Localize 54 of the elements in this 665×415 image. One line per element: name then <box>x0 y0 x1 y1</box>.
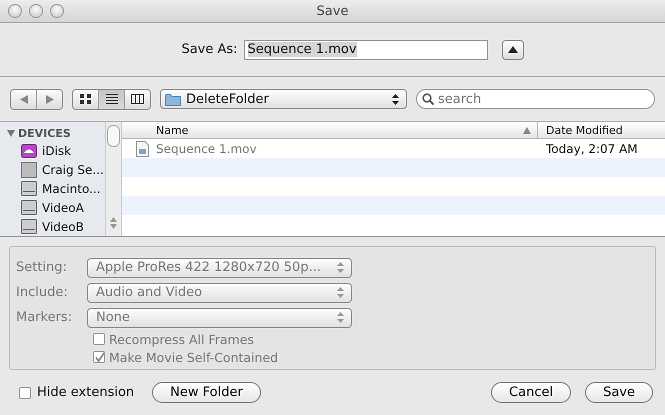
cancel-button[interactable]: Cancel <box>491 382 572 403</box>
option-label: Include: <box>16 285 69 300</box>
new-folder-button[interactable]: New Folder <box>152 382 261 403</box>
scroll-arrows-icon[interactable] <box>110 217 117 229</box>
checkbox-label: Recompress All Frames <box>109 332 254 346</box>
list-view-button[interactable] <box>99 90 125 108</box>
grid-icon <box>80 94 91 104</box>
forward-icon <box>46 94 54 104</box>
filename-field[interactable]: Sequence 1.mov <box>244 40 488 60</box>
sidebar-item[interactable]: iDisk <box>42 144 72 158</box>
scrollbar[interactable] <box>105 122 121 236</box>
sidebar-item[interactable]: VideoA <box>42 200 84 214</box>
date-modified: Today, 2:07 AM <box>546 142 638 156</box>
file-name[interactable]: Sequence 1.mov <box>156 142 257 156</box>
up-down-arrows-icon <box>337 312 344 323</box>
hard-drive-icon <box>21 219 37 234</box>
up-down-arrows-icon <box>337 287 344 298</box>
date-column-header[interactable]: Date Modified <box>537 122 665 138</box>
search-icon <box>422 93 434 105</box>
sort-arrow-icon <box>523 126 531 134</box>
scroll-thumb[interactable] <box>107 125 120 147</box>
up-down-arrows-icon <box>337 262 344 273</box>
checkbox[interactable] <box>19 386 31 398</box>
back-forward-control[interactable] <box>10 88 63 110</box>
option-label: Markers: <box>16 310 74 325</box>
triangle-icon <box>508 46 518 53</box>
up-down-arrows-icon <box>392 94 399 104</box>
list-icon <box>106 94 118 104</box>
hard-drive-icon <box>21 181 37 196</box>
computer-icon <box>21 162 37 178</box>
hard-drive-icon <box>21 200 37 215</box>
sidebar-item[interactable]: Craig Se... <box>42 162 104 176</box>
sidebar-item[interactable]: Macinto... <box>42 182 101 196</box>
devices-header[interactable]: DEVICES <box>0 125 105 141</box>
minimize-button[interactable] <box>29 4 43 18</box>
location-popup[interactable]: DeleteFolder <box>160 89 407 109</box>
close-button[interactable] <box>8 4 22 18</box>
name-column-header[interactable]: Name <box>122 122 537 138</box>
search-field[interactable]: search <box>416 89 655 109</box>
window-title: Save <box>316 4 348 18</box>
columns-icon <box>131 94 144 104</box>
folder-icon <box>165 92 181 106</box>
option-label: Setting: <box>16 260 68 275</box>
checkbox-label: Hide extension <box>37 385 134 400</box>
disclosure-triangle-icon <box>7 130 15 136</box>
back-icon <box>20 94 28 104</box>
movie-file-icon <box>136 140 149 156</box>
expand-button[interactable] <box>502 40 524 60</box>
save-button[interactable]: Save <box>585 382 653 403</box>
checkbox-label: Make Movie Self-Contained <box>109 350 278 364</box>
view-mode-control[interactable] <box>72 88 151 110</box>
sidebar-item[interactable]: VideoB <box>42 220 84 234</box>
save-as-label: Save As: <box>181 42 238 57</box>
zoom-button[interactable] <box>50 4 64 18</box>
